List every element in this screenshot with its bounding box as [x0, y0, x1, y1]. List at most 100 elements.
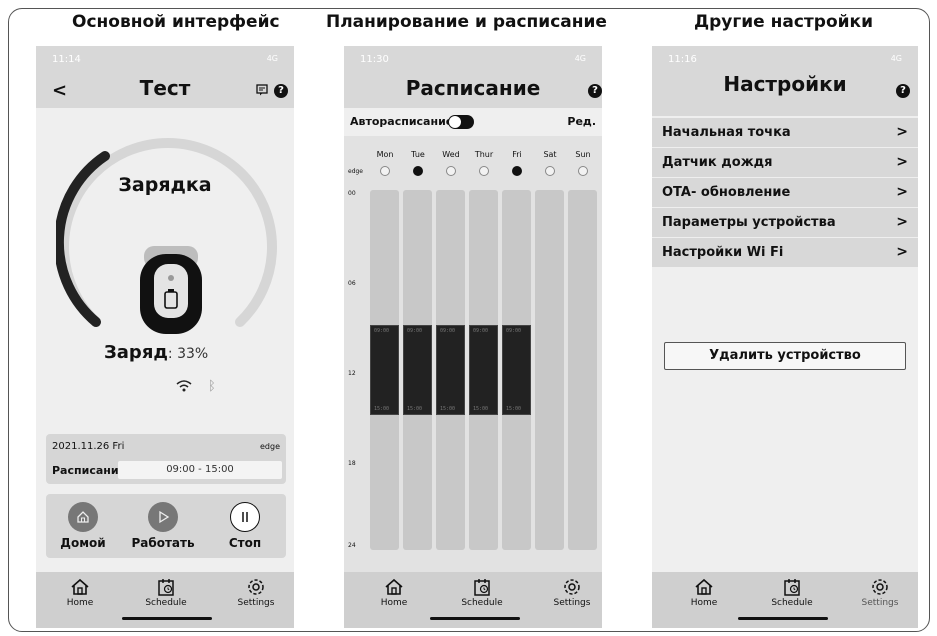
edge-toggle-dot[interactable] — [413, 166, 423, 176]
hour-label: 00 — [348, 190, 356, 197]
nav-schedule[interactable]: Schedule — [450, 578, 514, 608]
day-column[interactable]: 09:00 15:00 — [436, 190, 465, 550]
settings-item-rain-sensor[interactable]: Датчик дождя > — [652, 148, 918, 178]
hour-label: 06 — [348, 280, 356, 287]
schedule-icon — [158, 579, 174, 596]
edge-toggle-dot[interactable] — [578, 166, 588, 176]
schedule-time: 09:00 - 15:00 — [118, 461, 282, 479]
phone-schedule: 11:30 4G Расписание ? Авторасписание Ред… — [344, 46, 602, 628]
work-button-label: Работать — [131, 536, 195, 550]
nav-settings[interactable]: Settings — [848, 578, 912, 608]
settings-item-ota-update[interactable]: OTA- обновление > — [652, 178, 918, 208]
hour-label: 24 — [348, 542, 356, 549]
auto-schedule-toggle[interactable] — [448, 115, 474, 129]
edge-toggle-dot[interactable] — [479, 166, 489, 176]
settings-item-device-params[interactable]: Параметры устройства > — [652, 208, 918, 238]
auto-schedule-label: Авторасписание — [350, 115, 454, 128]
play-icon — [148, 502, 178, 532]
nav-settings-label: Settings — [553, 598, 591, 608]
home-indicator — [430, 617, 520, 620]
action-panel: Домой Работать Стоп — [46, 494, 286, 558]
slot-start-time: 09:00 — [374, 328, 390, 334]
nav-home[interactable]: Home — [672, 578, 736, 608]
day-column[interactable]: 09:00 15:00 — [370, 190, 399, 550]
auto-schedule-row: Авторасписание Ред. — [344, 110, 602, 134]
day-column[interactable] — [535, 190, 564, 550]
nav-home[interactable]: Home — [48, 578, 112, 608]
home-icon — [695, 578, 713, 595]
toggle-knob — [449, 116, 461, 128]
day-label: Sat — [543, 150, 557, 159]
nav-settings[interactable]: Settings — [540, 578, 602, 608]
edge-toggle-dot[interactable] — [512, 166, 522, 176]
schedule-slot[interactable]: 09:00 15:00 — [469, 325, 498, 415]
help-icon[interactable]: ? — [274, 84, 288, 98]
day-column[interactable]: 09:00 15:00 — [403, 190, 432, 550]
message-icon[interactable] — [256, 84, 268, 96]
schedule-slot[interactable]: 09:00 15:00 — [403, 325, 432, 415]
home-indicator — [738, 617, 828, 620]
home-circle-icon — [68, 502, 98, 532]
day-column[interactable]: 09:00 15:00 — [502, 190, 531, 550]
day-label: Sun — [575, 150, 591, 159]
day-column[interactable]: 09:00 15:00 — [469, 190, 498, 550]
schedule-grid: edge Mon 09:00 15:00 Tue 09:00 15:00 Wed 09:00 1… — [344, 136, 602, 572]
settings-item-label: Начальная точка — [662, 125, 791, 140]
settings-item-wifi[interactable]: Настройки Wi Fi > — [652, 238, 918, 268]
work-button[interactable]: Работать — [128, 502, 198, 550]
charge-label: Заряд — [104, 342, 168, 363]
day-column[interactable] — [568, 190, 597, 550]
nav-schedule[interactable]: Schedule — [134, 578, 198, 608]
schedule-slot[interactable]: 09:00 15:00 — [502, 325, 531, 415]
edge-toggle-dot[interactable] — [446, 166, 456, 176]
charging-status-label: Зарядка — [118, 174, 212, 196]
home-icon — [385, 578, 403, 595]
page-title: Настройки — [723, 72, 847, 96]
edit-button[interactable]: Ред. — [567, 115, 596, 128]
home-button-label: Домой — [60, 536, 106, 550]
nav-home-label: Home — [380, 598, 408, 608]
settings-item-label: Параметры устройства — [662, 215, 836, 230]
day-label: Tue — [411, 150, 425, 159]
signal-indicator: 4G — [574, 54, 586, 63]
help-icon[interactable]: ? — [896, 84, 910, 98]
robot-icon — [140, 246, 202, 334]
nav-settings[interactable]: Settings — [224, 578, 288, 608]
nav-settings-label: Settings — [237, 598, 275, 608]
signal-indicator: 4G — [266, 54, 278, 63]
signal-indicator: 4G — [890, 54, 902, 63]
schedule-slot[interactable]: 09:00 15:00 — [436, 325, 465, 415]
section-title-schedule: Планирование и расписание — [326, 12, 607, 32]
slot-start-time: 09:00 — [407, 328, 423, 334]
schedule-slot[interactable]: 09:00 15:00 — [370, 325, 399, 415]
gear-icon — [248, 579, 264, 595]
chevron-right-icon: > — [896, 244, 908, 260]
edge-toggle-dot[interactable] — [380, 166, 390, 176]
slot-start-time: 09:00 — [506, 328, 522, 334]
slot-start-time: 09:00 — [440, 328, 456, 334]
nav-schedule-label: Schedule — [771, 598, 813, 608]
gear-icon — [564, 579, 580, 595]
status-time: 11:16 — [668, 54, 697, 65]
slot-start-time: 09:00 — [473, 328, 489, 334]
schedule-icon — [474, 579, 490, 596]
status-card: 2021.11.26 Fri edge Расписание 09:00 - 1… — [46, 434, 286, 484]
nav-settings-label: Settings — [861, 598, 899, 608]
nav-schedule[interactable]: Schedule — [760, 578, 824, 608]
home-button[interactable]: Домой — [48, 502, 118, 550]
bottom-nav: Home Schedule Settings — [344, 572, 602, 628]
nav-home-label: Home — [66, 598, 94, 608]
stop-button[interactable]: Стоп — [210, 502, 280, 550]
home-icon — [71, 578, 89, 595]
nav-home[interactable]: Home — [362, 578, 426, 608]
slot-end-time: 15:00 — [440, 406, 456, 412]
delete-device-button[interactable]: Удалить устройство — [664, 342, 906, 370]
page-title: Расписание — [405, 76, 541, 100]
help-icon[interactable]: ? — [588, 84, 602, 98]
settings-list: Начальная точка > Датчик дождя > OTA- обно… — [652, 118, 918, 268]
edge-toggle-dot[interactable] — [545, 166, 555, 176]
day-label: Thur — [474, 150, 494, 159]
settings-item-label: Настройки Wi Fi — [662, 245, 784, 260]
slot-end-time: 15:00 — [407, 406, 423, 412]
settings-item-start-point[interactable]: Начальная точка > — [652, 118, 918, 148]
